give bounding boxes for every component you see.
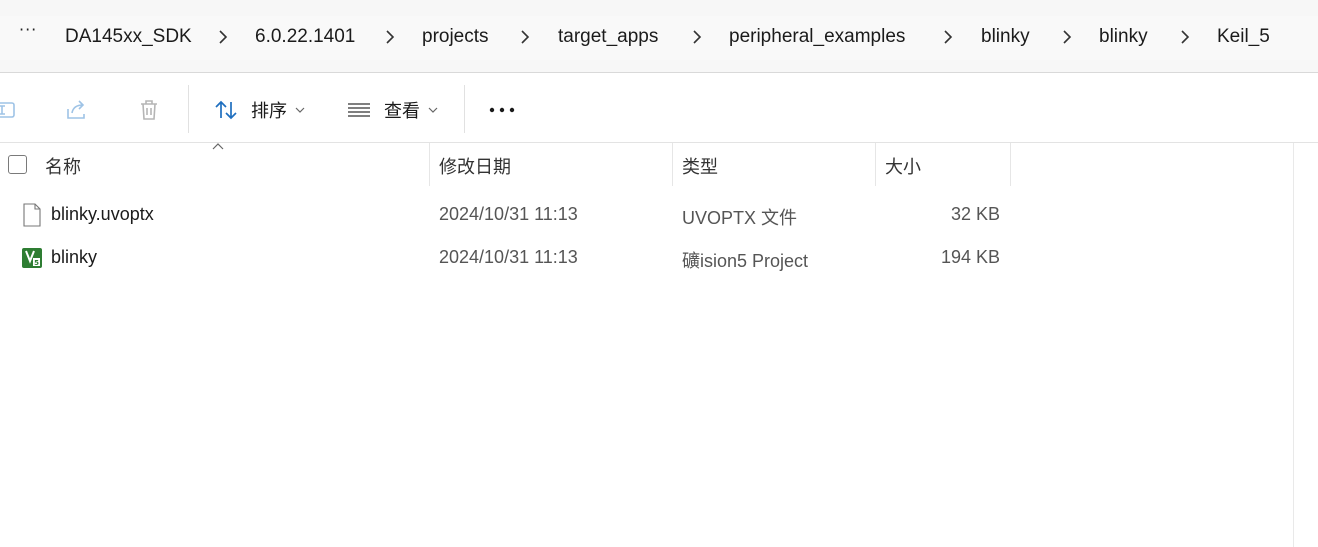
file-type: UVOPTX 文件: [682, 208, 798, 228]
view-label: 查看: [384, 101, 420, 121]
column-resizer[interactable]: [875, 143, 876, 186]
column-resizer[interactable]: [672, 143, 673, 186]
file-size: 32 KB: [950, 204, 1000, 224]
breadcrumb-overflow-button[interactable]: ···: [19, 20, 37, 39]
sort-label: 排序: [251, 101, 287, 121]
chevron-right-icon[interactable]: [383, 27, 397, 47]
chevron-right-icon[interactable]: [1178, 27, 1192, 47]
chevron-down-icon: [428, 107, 438, 113]
column-header-date[interactable]: 修改日期: [439, 153, 511, 179]
column-resizer[interactable]: [429, 143, 430, 186]
column-resizer[interactable]: [1010, 143, 1011, 186]
breadcrumb-item-blinky[interactable]: blinky: [981, 26, 1030, 48]
breadcrumb-item-version[interactable]: 6.0.22.1401: [255, 26, 355, 48]
chevron-right-icon[interactable]: [216, 27, 230, 47]
view-icon: [348, 103, 370, 117]
rename-icon[interactable]: [0, 97, 18, 123]
view-button[interactable]: 查看: [346, 93, 438, 127]
file-name: blinky.uvoptx: [51, 204, 154, 224]
column-header-type[interactable]: 类型: [682, 153, 718, 179]
toolbar-divider: [188, 85, 189, 133]
breadcrumb-item-target-apps[interactable]: target_apps: [558, 26, 658, 48]
file-date: 2024/10/31 11:13: [439, 247, 578, 267]
scrollbar-track[interactable]: [1293, 143, 1294, 547]
delete-icon[interactable]: [136, 97, 162, 123]
generic-file-icon: [23, 203, 41, 227]
column-header-name[interactable]: 名称: [45, 153, 81, 179]
column-header-size[interactable]: 大小: [885, 153, 921, 179]
file-type: 礦ision5 Project: [682, 251, 809, 271]
address-bar: ··· DA145xx_SDK 6.0.22.1401 projects tar…: [0, 0, 1318, 73]
file-date: 2024/10/31 11:13: [439, 204, 578, 224]
breadcrumb-item-da145xx-sdk[interactable]: DA145xx_SDK: [65, 26, 192, 48]
command-bar: 排序 查看: [0, 73, 1318, 143]
chevron-right-icon[interactable]: [518, 27, 532, 47]
toolbar-divider: [464, 85, 465, 133]
breadcrumb-item-projects[interactable]: projects: [422, 26, 489, 48]
chevron-down-icon: [295, 107, 305, 113]
chevron-right-icon[interactable]: [690, 27, 704, 47]
sort-icon: [215, 100, 237, 120]
column-header-row: 名称 修改日期 类型 大小: [0, 143, 1318, 186]
breadcrumb-item-blinky-sub[interactable]: blinky: [1099, 26, 1148, 48]
uvision-project-icon: 5: [22, 248, 42, 268]
breadcrumb-item-peripheral-examples[interactable]: peripheral_examples: [729, 26, 905, 48]
file-size: 194 KB: [940, 247, 1000, 267]
sort-button[interactable]: 排序: [213, 93, 305, 127]
sort-ascending-icon: [212, 143, 224, 150]
svg-text:5: 5: [34, 259, 39, 267]
select-all-checkbox[interactable]: [8, 155, 27, 174]
breadcrumb-item-keil-5[interactable]: Keil_5: [1217, 26, 1270, 48]
chevron-right-icon[interactable]: [1060, 27, 1074, 47]
file-row[interactable]: blinky.uvoptx 2024/10/31 11:13 UVOPTX 文件…: [0, 194, 1293, 234]
share-icon[interactable]: [64, 97, 90, 123]
more-icon: [489, 107, 515, 113]
file-name: blinky: [51, 247, 98, 267]
chevron-right-icon[interactable]: [941, 27, 955, 47]
more-options-button[interactable]: [488, 93, 516, 127]
file-row[interactable]: 5 blinky 2024/10/31 11:13 礦ision5 Projec…: [0, 237, 1293, 277]
